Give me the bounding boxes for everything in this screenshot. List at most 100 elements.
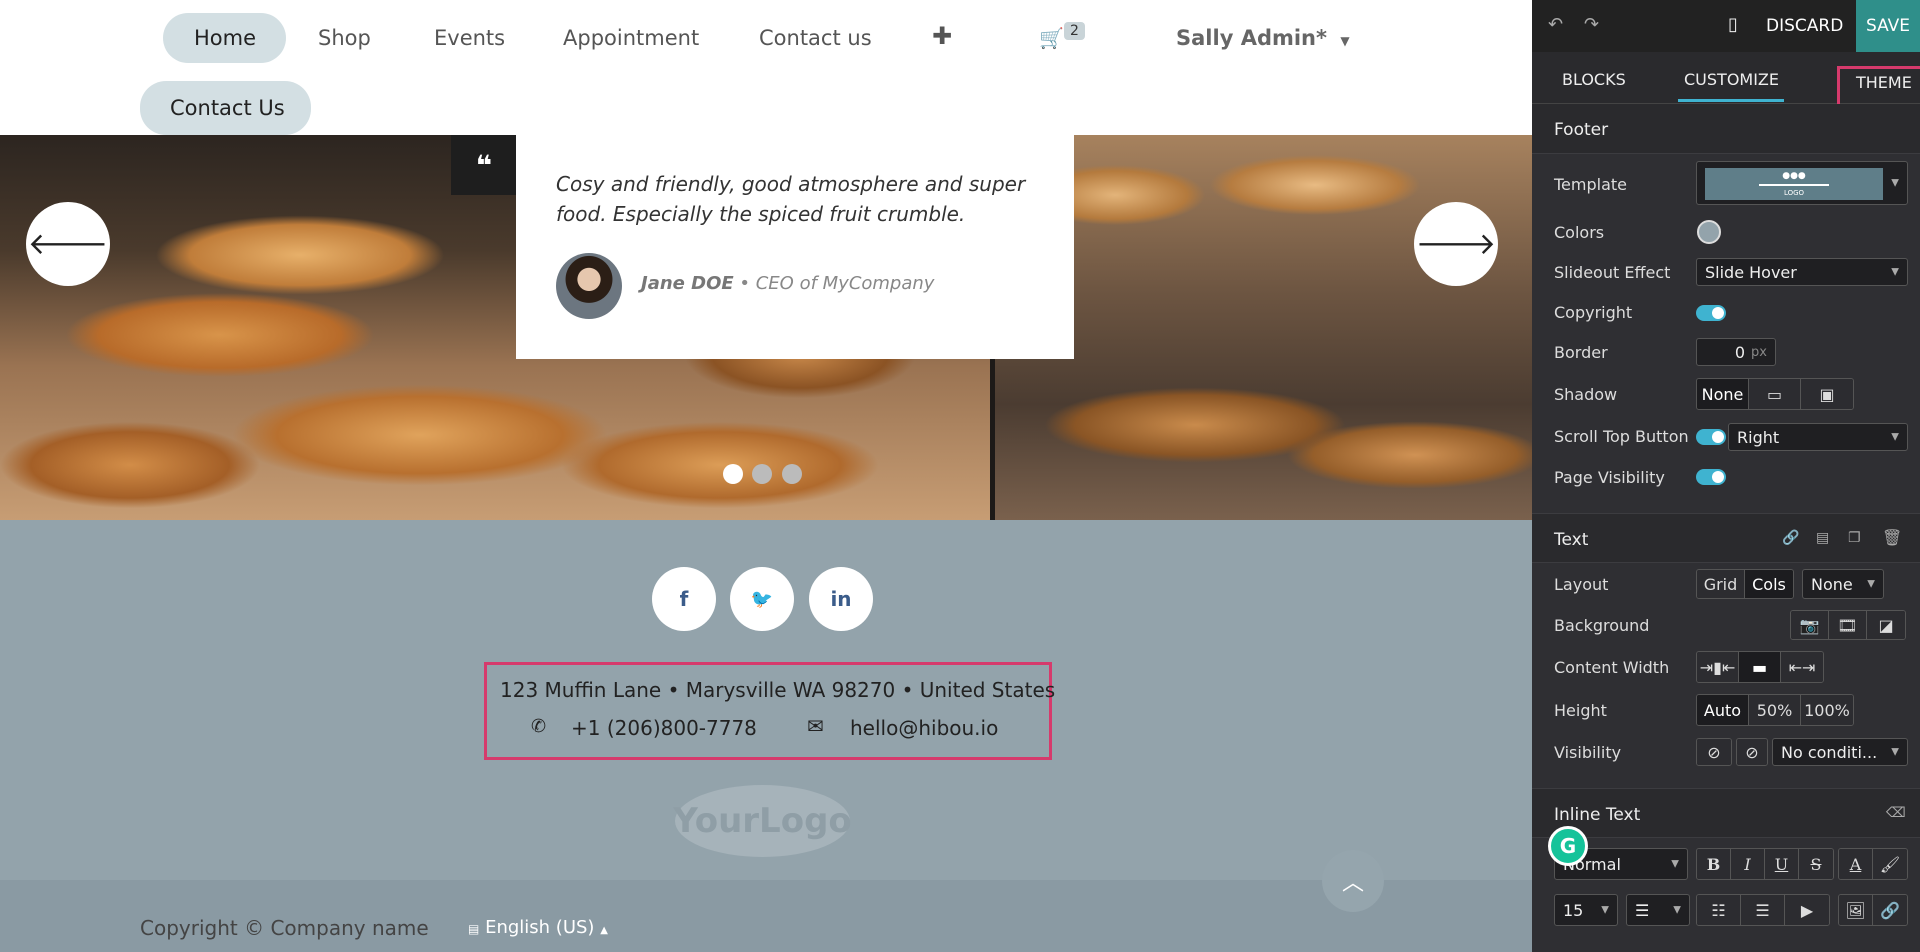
shadow-options: None ▭ ▣ [1696, 378, 1854, 410]
linkedin-icon[interactable]: in [809, 567, 873, 631]
layout-grid-button[interactable]: Grid [1697, 570, 1745, 598]
color-swatch[interactable] [1697, 220, 1721, 244]
copyright-toggle[interactable] [1696, 305, 1726, 321]
editor-tabs: BLOCKS CUSTOMIZE THEME [1532, 52, 1920, 109]
insert-link-icon[interactable]: 🔗 [1873, 895, 1907, 925]
layout-cols-button[interactable]: Cols [1745, 570, 1793, 598]
width-full-icon[interactable]: ⇤⇥ [1781, 652, 1823, 682]
avatar [556, 253, 622, 319]
caret-down-icon: ▼ [1891, 266, 1899, 278]
template-line [1759, 183, 1829, 186]
address-block-selected[interactable] [484, 662, 1052, 760]
nav-contact-us[interactable]: Contact us [759, 26, 872, 50]
gradient-icon[interactable]: ◪ [1867, 611, 1905, 639]
caret-down-icon: ▼ [1891, 746, 1899, 758]
tab-customize[interactable]: CUSTOMIZE [1684, 70, 1779, 89]
carousel-prev-button[interactable]: 🡐 [26, 202, 110, 286]
paint-brush-icon[interactable]: 🖌 [1873, 849, 1907, 879]
tab-blocks[interactable]: BLOCKS [1562, 70, 1626, 89]
bold-icon[interactable]: B [1697, 849, 1731, 879]
scroll-top-toggle[interactable] [1696, 429, 1726, 445]
layout-columns-select[interactable]: None ▼ [1802, 569, 1884, 599]
cart-icon[interactable]: 🛒 [1039, 26, 1064, 50]
bullet-list-icon[interactable]: ☷ [1697, 895, 1741, 925]
scroll-top-position-select[interactable]: Right ▼ [1728, 423, 1908, 451]
user-menu[interactable]: Sally Admin* ▼ [1176, 26, 1350, 50]
width-narrow-icon[interactable]: ⇥▮⇤ [1697, 652, 1739, 682]
template-selector[interactable]: ●●● LOGO ▼ [1696, 161, 1908, 205]
user-name: Sally Admin* [1176, 26, 1327, 50]
save-button[interactable]: SAVE [1856, 0, 1920, 52]
undo-icon[interactable]: ↶ [1548, 14, 1563, 35]
height-50-button[interactable]: 50% [1749, 695, 1801, 725]
shadow-none-button[interactable]: None [1697, 379, 1749, 409]
visibility-condition-select[interactable]: No conditi... ▼ [1772, 738, 1908, 766]
nav-appointment[interactable]: Appointment [563, 26, 699, 50]
plus-icon[interactable]: ✚ [932, 22, 952, 50]
shadow-inset-icon[interactable]: ▣ [1801, 379, 1853, 409]
save-block-icon[interactable]: ▤ [1816, 530, 1829, 546]
caret-down-icon: ▼ [1671, 858, 1679, 870]
footer-email[interactable]: hello@hibou.io [850, 716, 998, 740]
trash-icon[interactable]: 🗑 [1882, 528, 1902, 547]
caret-down-icon: ▼ [1867, 578, 1875, 590]
redo-icon[interactable]: ↷ [1584, 14, 1599, 35]
tab-theme[interactable]: THEME [1837, 66, 1920, 109]
color-buttons: A 🖌 [1838, 848, 1908, 880]
nav-events[interactable]: Events [434, 26, 505, 50]
quote-icon: ❝ [451, 135, 517, 195]
carousel-indicator-1[interactable] [723, 464, 743, 484]
facebook-icon[interactable]: f [652, 567, 716, 631]
insert-buttons: 🖼 🔗 [1838, 894, 1908, 926]
arrow-left-icon: 🡐 [27, 227, 109, 262]
font-size-value: 15 [1563, 900, 1584, 920]
mobile-preview-icon[interactable]: ▯ [1728, 14, 1738, 35]
cart-count-badge: 2 [1064, 22, 1085, 40]
carousel-indicator-2[interactable] [752, 464, 772, 484]
grammarly-icon[interactable]: G [1548, 826, 1588, 866]
testimonial-quote: Cosy and friendly, good atmosphere and s… [556, 172, 1026, 226]
discard-button[interactable]: DISCARD [1766, 16, 1843, 36]
carousel-indicator-3[interactable] [782, 464, 802, 484]
strikethrough-icon[interactable]: S [1799, 849, 1833, 879]
scroll-top-label: Scroll Top Button [1554, 427, 1689, 446]
envelope-icon: ✉ [807, 714, 824, 738]
video-icon[interactable]: 🎞 [1829, 611, 1867, 639]
page-visibility-toggle[interactable] [1696, 469, 1726, 485]
height-auto-button[interactable]: Auto [1697, 695, 1749, 725]
duplicate-icon[interactable]: ❐ [1848, 530, 1861, 546]
scroll-top-button[interactable]: ︿ [1322, 850, 1384, 912]
footer-phone[interactable]: +1 (206)800-7778 [571, 716, 757, 740]
visibility-mobile-options: ⊘ [1736, 738, 1768, 766]
scroll-top-value: Right [1737, 427, 1780, 447]
numbered-list-icon[interactable]: ☰ [1741, 895, 1785, 925]
bakery-photo-right [995, 135, 1532, 520]
nav-home[interactable]: Home [194, 26, 256, 50]
slideout-value: Slide Hover [1705, 262, 1797, 282]
camera-icon[interactable]: 📷 [1791, 611, 1829, 639]
text-align-select[interactable]: ☰ ▼ [1626, 894, 1690, 926]
link-icon[interactable]: 🔗 [1782, 530, 1799, 546]
font-size-select[interactable]: 15 ▼ [1554, 894, 1618, 926]
footer-address: 123 Muffin Lane • Marysville WA 98270 • … [500, 678, 1056, 702]
width-regular-icon[interactable]: ▬ [1739, 652, 1781, 682]
play-icon[interactable]: ▶ [1785, 895, 1829, 925]
testimonial-author: Jane DOE • CEO of MyCompany [641, 273, 934, 294]
twitter-icon[interactable]: 🐦 [730, 567, 794, 631]
border-input[interactable]: 0 px [1696, 338, 1776, 366]
slideout-select[interactable]: Slide Hover ▼ [1696, 258, 1908, 286]
shadow-outset-icon[interactable]: ▭ [1749, 379, 1801, 409]
language-selector[interactable]: ▤ English (US) ▲ [468, 917, 608, 938]
font-color-icon[interactable]: A [1839, 849, 1873, 879]
height-100-button[interactable]: 100% [1801, 695, 1853, 725]
italic-icon[interactable]: I [1731, 849, 1765, 879]
underline-icon[interactable]: U [1765, 849, 1799, 879]
us-flag-icon: ▤ [468, 922, 480, 936]
hide-mobile-icon[interactable]: ⊘ [1737, 739, 1767, 765]
carousel-next-button[interactable]: 🡒 [1414, 202, 1498, 286]
contact-us-button-label: Contact Us [170, 96, 285, 120]
insert-media-icon[interactable]: 🖼 [1839, 895, 1873, 925]
eraser-icon[interactable]: ⌫ [1886, 805, 1906, 821]
hide-desktop-icon[interactable]: ⊘ [1697, 739, 1731, 765]
nav-shop[interactable]: Shop [318, 26, 371, 50]
